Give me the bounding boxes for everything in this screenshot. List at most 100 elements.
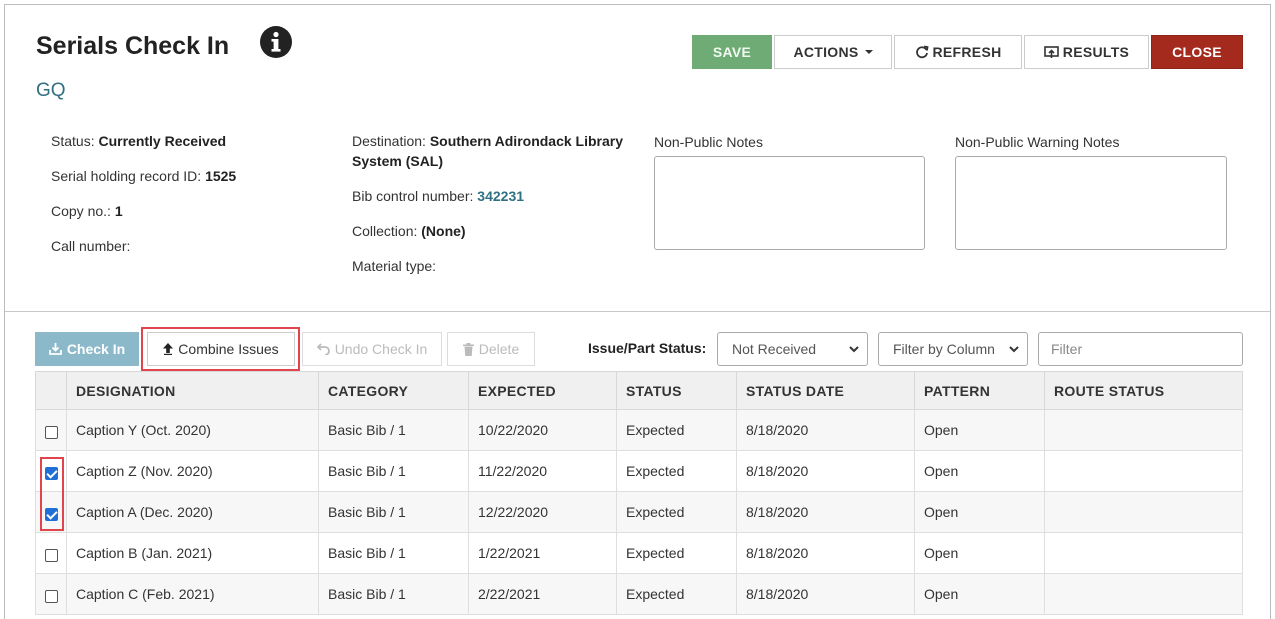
table-row[interactable]: Caption A (Dec. 2020) Basic Bib / 1 12/22/… [35,491,1243,533]
cell-designation: Caption Z (Nov. 2020) [66,450,319,492]
table-row[interactable]: Caption Y (Oct. 2020) Basic Bib / 1 10/22/… [35,409,1243,451]
page-title: Serials Check In [36,32,230,60]
holding-label: Serial holding record ID: [51,168,202,184]
trash-icon [462,342,474,356]
cell-designation: Caption B (Jan. 2021) [66,532,319,574]
refresh-label: REFRESH [932,44,1002,60]
column-header[interactable]: STATUS [616,371,737,410]
table-row[interactable]: Caption Z (Nov. 2020) Basic Bib / 1 11/22/… [35,450,1243,492]
close-label: CLOSE [1172,44,1222,60]
column-header[interactable]: EXPECTED [468,371,617,410]
column-header[interactable]: ROUTE STATUS [1044,371,1243,410]
copy-field: Copy no.: 1 [51,201,123,221]
serials-check-in-dialog: Serials Check In GQ SAVE ACTIONS REFRESH… [4,4,1271,619]
cell-category: Basic Bib / 1 [318,450,469,492]
delete-button[interactable]: Delete [447,332,535,366]
combine-issues-button[interactable]: Combine Issues [147,332,295,366]
row-checkbox[interactable] [44,548,58,562]
column-header[interactable]: STATUS DATE [736,371,915,410]
column-header[interactable]: DESIGNATION [66,371,319,410]
material-type-field: Material type: [352,256,436,276]
status-label: Status: [51,133,95,149]
cell-expected: 10/22/2020 [468,409,617,451]
cell-status-date: 8/18/2020 [736,409,915,451]
results-button[interactable]: RESULTS [1024,35,1149,69]
row-checkbox[interactable] [44,425,58,439]
table-row[interactable]: Caption C (Feb. 2021) Basic Bib / 1 2/22/2… [35,573,1243,615]
issue-status-select[interactable]: Not Received [717,332,868,366]
bib-label: Bib control number: [352,188,474,204]
status-field: Status: Currently Received [51,131,226,151]
download-icon [48,343,62,355]
cell-route [1044,532,1243,574]
destination-value-cont: System (SAL) [352,153,444,169]
copy-label: Copy no.: [51,203,111,219]
cell-pattern: Open [914,532,1045,574]
record-subtitle: GQ [36,80,66,101]
status-value: Currently Received [98,133,227,149]
destination-value: Southern Adirondack Library [429,133,624,149]
call-number-field: Call number: [51,236,130,256]
issue-status-value: Not Received [732,341,817,357]
nonpublic-notes-textarea[interactable] [654,156,925,250]
results-icon [1043,45,1059,58]
call-number-label: Call number: [51,238,131,254]
chevron-down-icon [1009,346,1019,353]
results-label: RESULTS [1062,44,1130,60]
issues-table: DESIGNATION CATEGORY EXPECTED STATUS STA… [35,371,1243,615]
info-icon[interactable] [259,25,293,59]
destination-label: Destination: [352,133,426,149]
column-header[interactable]: PATTERN [914,371,1045,410]
cell-expected: 1/22/2021 [468,532,617,574]
save-label: SAVE [712,44,752,60]
cell-status: Expected [616,573,737,615]
cell-status: Expected [616,409,737,451]
issue-status-label: Issue/Part Status: [588,340,707,356]
delete-label: Delete [478,341,520,357]
cell-status: Expected [616,532,737,574]
nonpublic-notes-label: Non-Public Notes [654,134,763,150]
cell-pattern: Open [914,450,1045,492]
check-in-button[interactable]: Check In [35,332,139,366]
filter-column-value: Filter by Column [893,341,995,357]
row-select-cell [35,409,67,451]
cell-route [1044,491,1243,533]
cell-status-date: 8/18/2020 [736,450,915,492]
filter-column-select[interactable]: Filter by Column [878,332,1028,366]
destination-field: Destination: Southern Adirondack Library… [352,131,623,171]
cell-status: Expected [616,450,737,492]
table-header-row: DESIGNATION CATEGORY EXPECTED STATUS STA… [35,371,1243,410]
bib-control-link[interactable]: 342231 [477,188,524,204]
check-in-label: Check In [66,341,126,357]
combine-issues-label: Combine Issues [178,341,279,357]
cell-route [1044,573,1243,615]
chevron-down-icon [849,346,859,353]
cell-expected: 12/22/2020 [468,491,617,533]
save-button[interactable]: SAVE [692,35,772,69]
arrow-up-icon [163,343,174,355]
actions-label: ACTIONS [793,44,859,60]
holding-record-field: Serial holding record ID: 1525 [51,166,236,186]
cell-category: Basic Bib / 1 [318,573,469,615]
collection-label: Collection: [352,223,418,239]
collection-value: (None) [421,223,466,239]
row-select-cell [35,532,67,574]
close-button[interactable]: CLOSE [1151,35,1243,69]
select-column-header [35,371,67,410]
section-divider [5,311,1270,312]
column-header[interactable]: CATEGORY [318,371,469,410]
cell-designation: Caption C (Feb. 2021) [66,573,319,615]
collection-field: Collection: (None) [352,221,466,241]
cell-designation: Caption Y (Oct. 2020) [66,409,319,451]
undo-icon [316,343,330,355]
actions-dropdown[interactable]: ACTIONS [774,35,892,69]
undo-check-in-label: Undo Check In [334,341,428,357]
undo-check-in-button[interactable]: Undo Check In [302,332,442,366]
cell-status: Expected [616,491,737,533]
warning-notes-textarea[interactable] [955,156,1227,250]
filter-input[interactable]: Filter [1038,332,1243,366]
row-checkbox[interactable] [44,589,58,603]
cell-pattern: Open [914,573,1045,615]
table-row[interactable]: Caption B (Jan. 2021) Basic Bib / 1 1/22/2… [35,532,1243,574]
refresh-button[interactable]: REFRESH [894,35,1022,69]
